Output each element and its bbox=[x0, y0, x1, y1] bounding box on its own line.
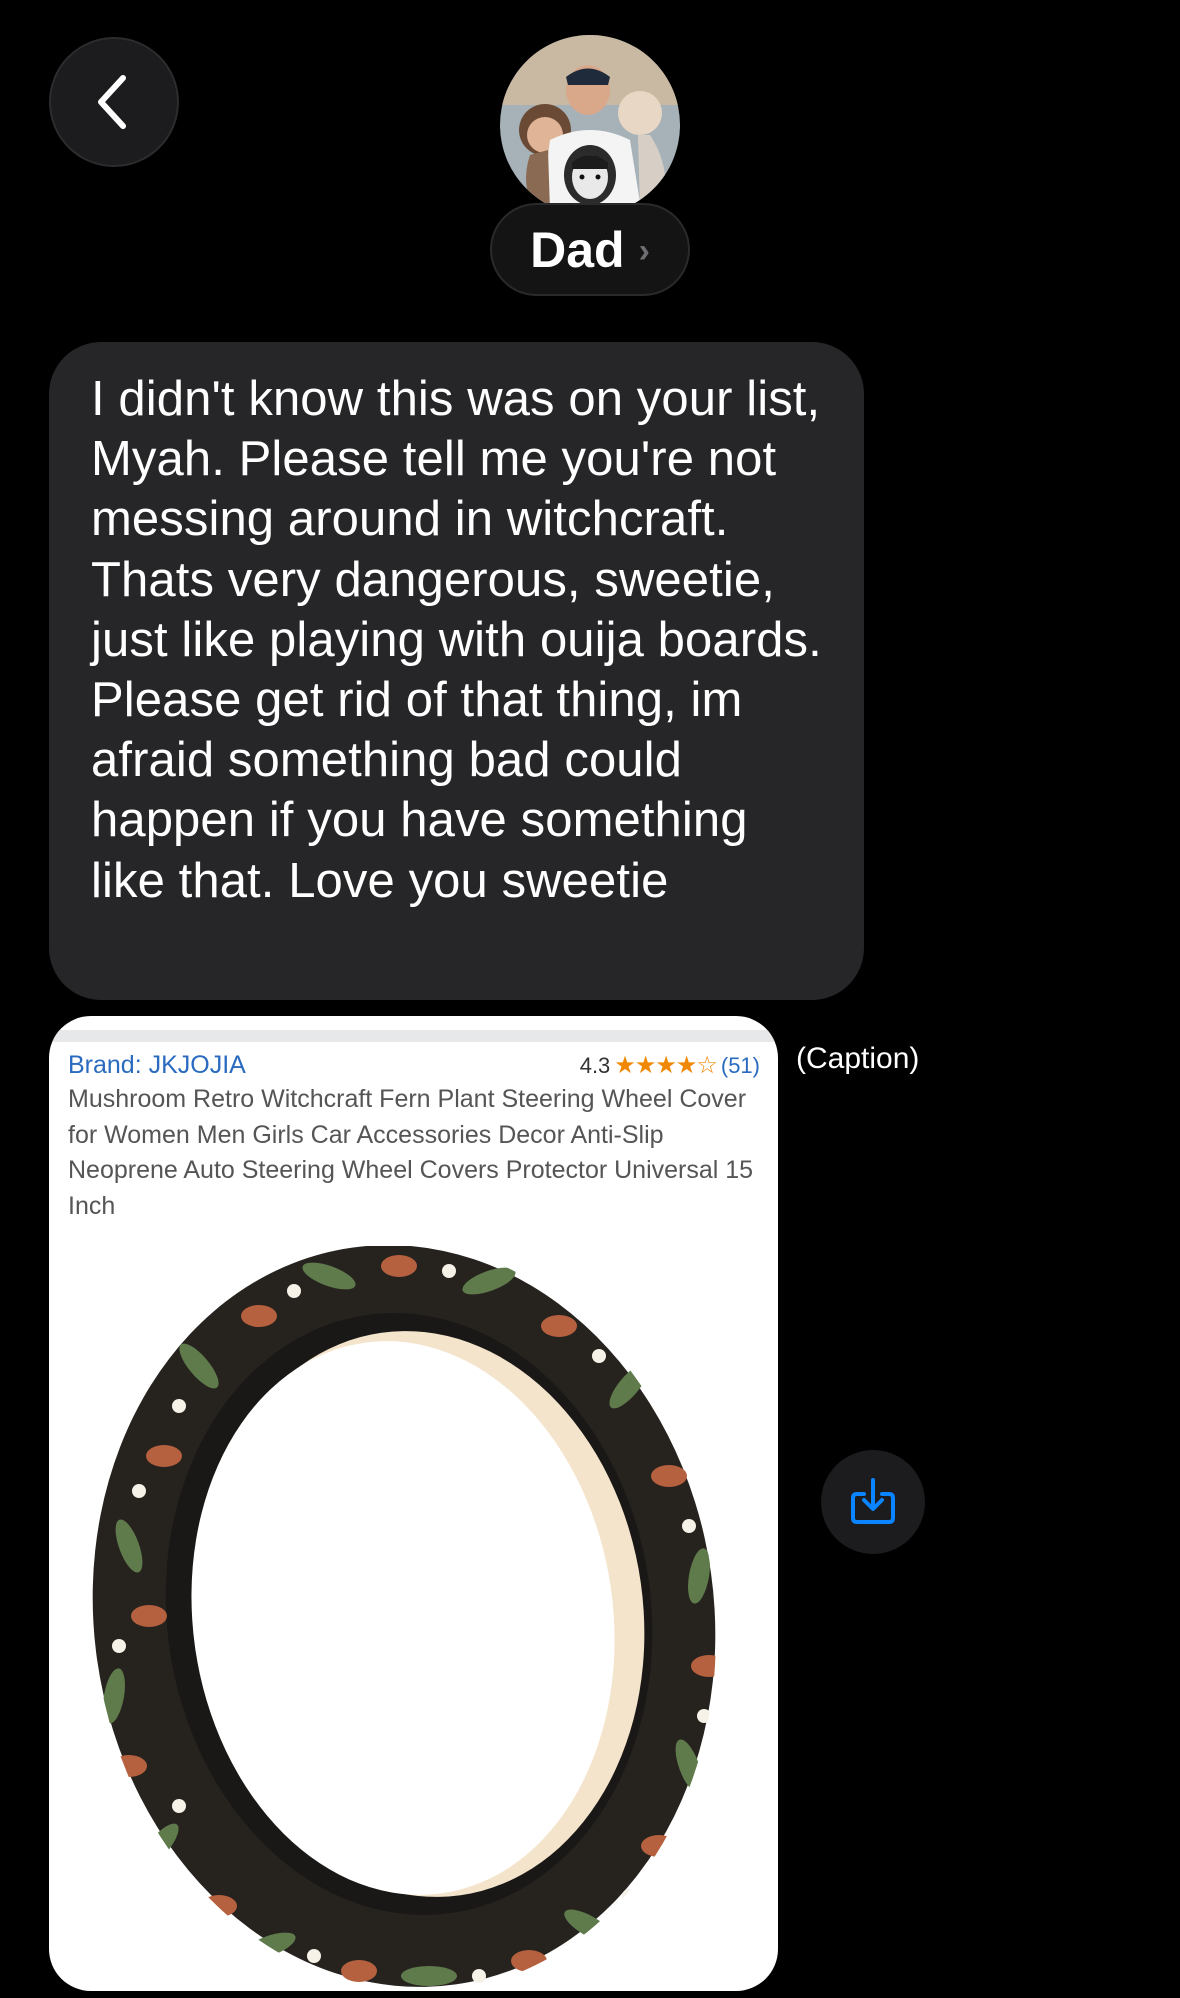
chevron-left-icon bbox=[98, 75, 126, 129]
contact-avatar[interactable] bbox=[500, 35, 680, 215]
message-text: I didn't know this was on your list, Mya… bbox=[91, 372, 822, 908]
contact-name: Dad bbox=[530, 221, 625, 278]
incoming-message-bubble[interactable]: I didn't know this was on your list, Mya… bbox=[49, 342, 864, 1000]
chevron-right-icon: › bbox=[638, 232, 650, 270]
save-button[interactable] bbox=[821, 1450, 925, 1554]
card-top-bar bbox=[49, 1030, 778, 1042]
save-download-icon bbox=[851, 1478, 895, 1524]
review-count: (51) bbox=[720, 1052, 760, 1078]
back-button[interactable] bbox=[49, 37, 179, 167]
rating-value: 4.3 bbox=[579, 1052, 611, 1078]
caption-label: (Caption) bbox=[796, 1042, 920, 1075]
rating-stars-icon: ★★★★☆ bbox=[614, 1052, 718, 1079]
product-screenshot-image[interactable]: Brand: JKJOJIA 4.3 ★★★★☆ (51) Mushroom R… bbox=[49, 1016, 778, 1991]
product-rating: 4.3 ★★★★☆ (51) bbox=[580, 1051, 760, 1080]
product-title: Mushroom Retro Witchcraft Fern Plant Ste… bbox=[68, 1085, 754, 1220]
product-brand: Brand: JKJOJIA bbox=[68, 1051, 246, 1079]
steering-wheel-cover-image bbox=[92, 1246, 716, 1987]
avatar-photo bbox=[500, 35, 680, 215]
contact-name-button[interactable]: Dad › bbox=[490, 203, 690, 296]
